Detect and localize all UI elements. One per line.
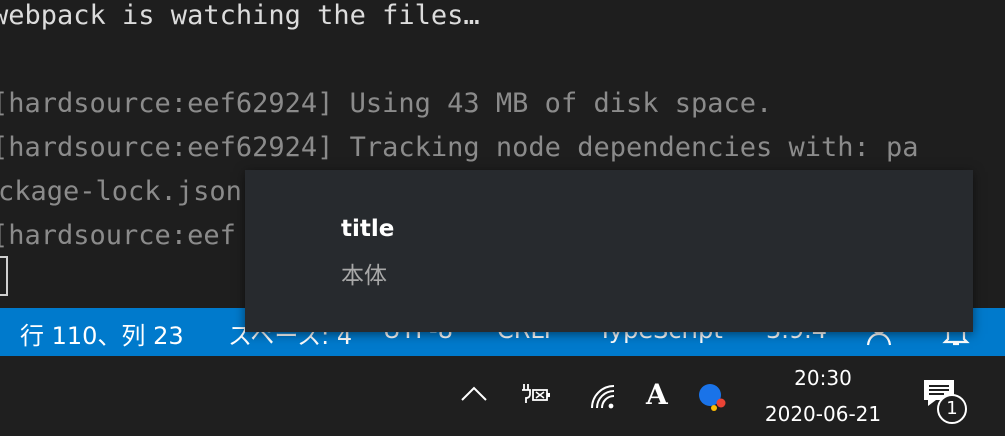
wifi-icon[interactable] bbox=[590, 384, 620, 416]
terminal-line: ckage-lock.json bbox=[0, 176, 242, 207]
toast-notification[interactable]: title 本体 bbox=[245, 170, 973, 332]
toast-body: 本体 bbox=[341, 263, 387, 289]
terminal-line: [hardsource:eef62924] Tracking node depe… bbox=[0, 132, 919, 163]
terminal-line: [hardsource:eef bbox=[0, 220, 236, 251]
app-icon[interactable] bbox=[696, 382, 728, 416]
toast-title: title bbox=[341, 216, 395, 242]
terminal-cursor bbox=[0, 256, 8, 296]
terminal-line: [hardsource:eef62924] Using 43 MB of dis… bbox=[0, 88, 773, 119]
taskbar: A 20:30 2020-06-21 bbox=[0, 356, 1005, 436]
cursor-position[interactable]: 行 110、列 23 bbox=[20, 316, 184, 351]
chevron-up-icon[interactable] bbox=[460, 384, 488, 406]
battery-icon[interactable] bbox=[520, 382, 552, 410]
ime-icon[interactable]: A bbox=[646, 378, 668, 411]
clock-time[interactable]: 20:30 bbox=[770, 366, 876, 390]
clock-date[interactable]: 2020-06-21 bbox=[757, 402, 889, 426]
notification-count-badge: 1 bbox=[937, 394, 967, 424]
terminal-line: webpack is watching the files… bbox=[0, 0, 480, 31]
